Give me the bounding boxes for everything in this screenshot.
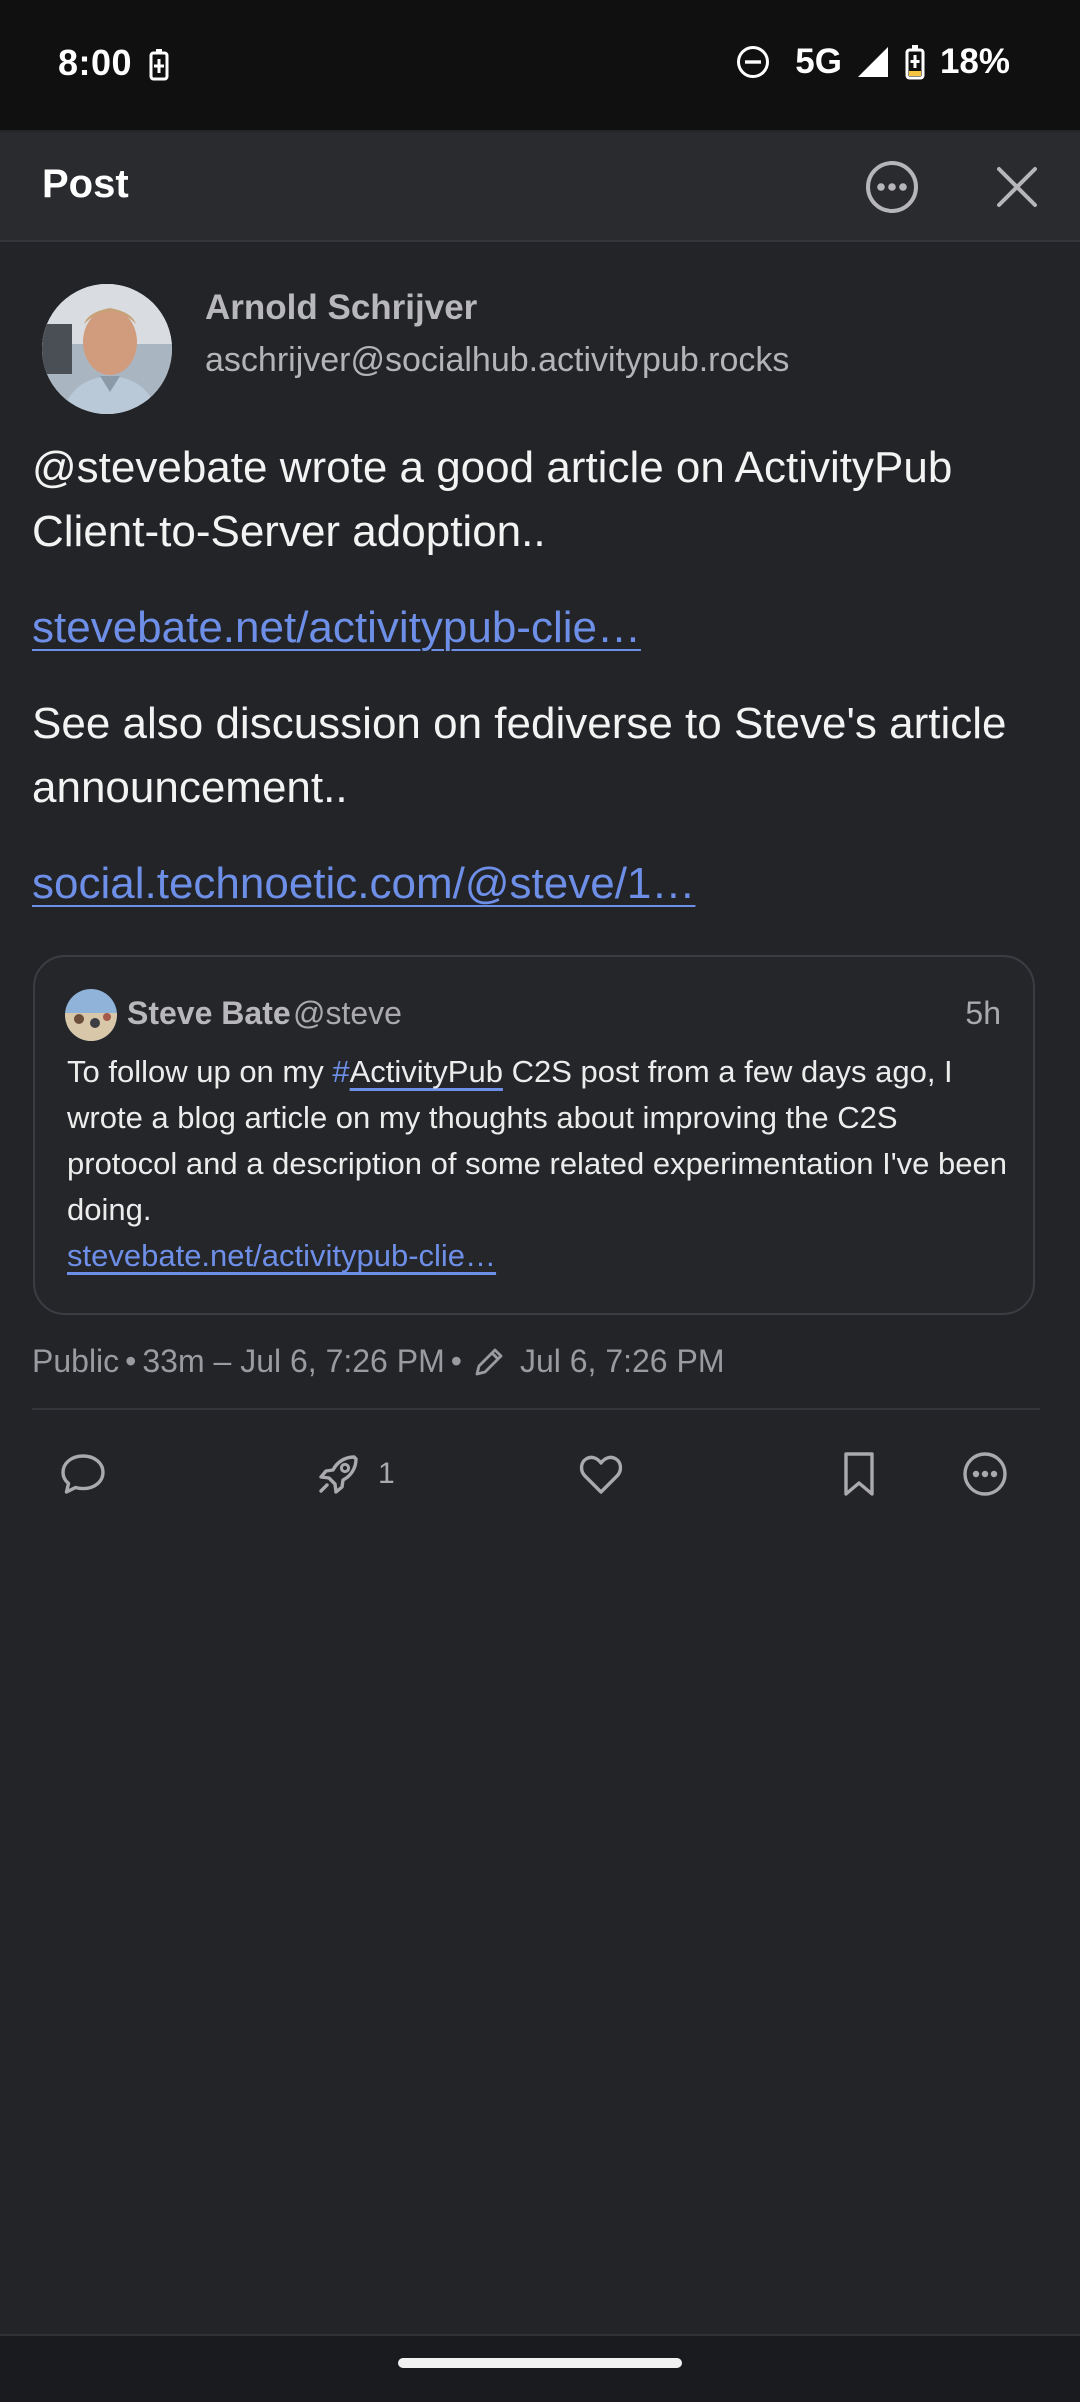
edited-time[interactable]: Jul 6, 7:26 PM	[520, 1343, 725, 1380]
top-app-bar: Post	[0, 132, 1080, 242]
relative-time[interactable]: 33m – Jul 6, 7:26 PM	[142, 1343, 444, 1380]
post-content: @stevebate wrote a good article on Activ…	[32, 436, 1042, 948]
reply-icon	[61, 1454, 105, 1494]
more-actions-button[interactable]	[960, 1444, 1010, 1504]
network-type: 5G	[795, 42, 842, 81]
home-indicator[interactable]	[398, 2358, 682, 2368]
post-actions: 1	[0, 1440, 1080, 1508]
more-icon	[963, 1452, 1007, 1496]
quote-avatar-image	[65, 989, 117, 1041]
edit-pencil-icon	[475, 1348, 503, 1375]
quote-timestamp: 5h	[965, 995, 1001, 1031]
do-not-disturb-icon	[737, 46, 770, 78]
like-icon	[579, 1455, 623, 1494]
status-bar: 8:00 5G 18%	[0, 0, 1080, 130]
quote-text-part: To follow up on my	[67, 1054, 333, 1089]
quote-author-handle[interactable]: @steve	[293, 995, 402, 1032]
quote-avatar[interactable]	[65, 989, 117, 1041]
author-name[interactable]: Arnold Schrijver	[205, 288, 477, 328]
boost-icon	[319, 1455, 358, 1494]
quote-author-name[interactable]: Steve Bate	[127, 995, 291, 1032]
battery-icon	[905, 45, 925, 80]
post-link[interactable]: social.technoetic.com/@steve/1…	[32, 859, 695, 908]
boost-count: 1	[378, 1457, 395, 1490]
post-author[interactable]: Arnold Schrijver aschrijver@socialhub.ac…	[42, 284, 1038, 414]
page-title: Post	[42, 162, 129, 206]
bookmark-button[interactable]	[834, 1444, 884, 1504]
boost-button[interactable]: 1	[314, 1444, 395, 1504]
gesture-nav-bar	[0, 2334, 1080, 2402]
hashtag-link[interactable]: #ActivityPub	[332, 1054, 503, 1089]
status-right-group: 5G 18%	[735, 42, 1010, 82]
author-avatar[interactable]	[42, 284, 172, 414]
quote-link[interactable]: stevebate.net/activitypub-clie…	[67, 1233, 1007, 1279]
post-paragraph: @stevebate wrote a good article on Activ…	[32, 443, 953, 556]
author-avatar-image	[42, 284, 172, 414]
author-handle[interactable]: aschrijver@socialhub.activitypub.rocks	[205, 341, 789, 380]
visibility-label: Public	[32, 1343, 120, 1379]
status-time: 8:00	[58, 42, 133, 83]
hashtag-word: ActivityPub	[349, 1054, 503, 1089]
battery-charging-icon	[149, 49, 169, 81]
reply-button[interactable]	[58, 1444, 108, 1504]
more-horizontal-circle-icon	[866, 161, 918, 213]
post-paragraph: See also discussion on fediverse to Stev…	[32, 699, 1007, 812]
hashtag-symbol: #	[332, 1054, 350, 1089]
meta-separator: •	[125, 1343, 137, 1379]
more-options-button[interactable]	[857, 152, 927, 222]
post-meta: Public • 33m – Jul 6, 7:26 PM • Jul 6, 7…	[32, 1343, 724, 1380]
signal-icon	[857, 47, 888, 77]
battery-percent: 18%	[939, 42, 1010, 81]
quote-content: To follow up on my #ActivityPub C2S post…	[67, 1049, 1007, 1279]
post-link[interactable]: stevebate.net/activitypub-clie…	[32, 603, 641, 652]
divider	[32, 1408, 1040, 1410]
quoted-post-card[interactable]: Steve Bate @steve 5h To follow up on my …	[33, 955, 1035, 1315]
close-icon	[997, 167, 1037, 207]
like-button[interactable]	[576, 1444, 626, 1504]
bookmark-icon	[844, 1452, 874, 1496]
close-button[interactable]	[982, 152, 1052, 222]
meta-separator: •	[450, 1343, 462, 1379]
